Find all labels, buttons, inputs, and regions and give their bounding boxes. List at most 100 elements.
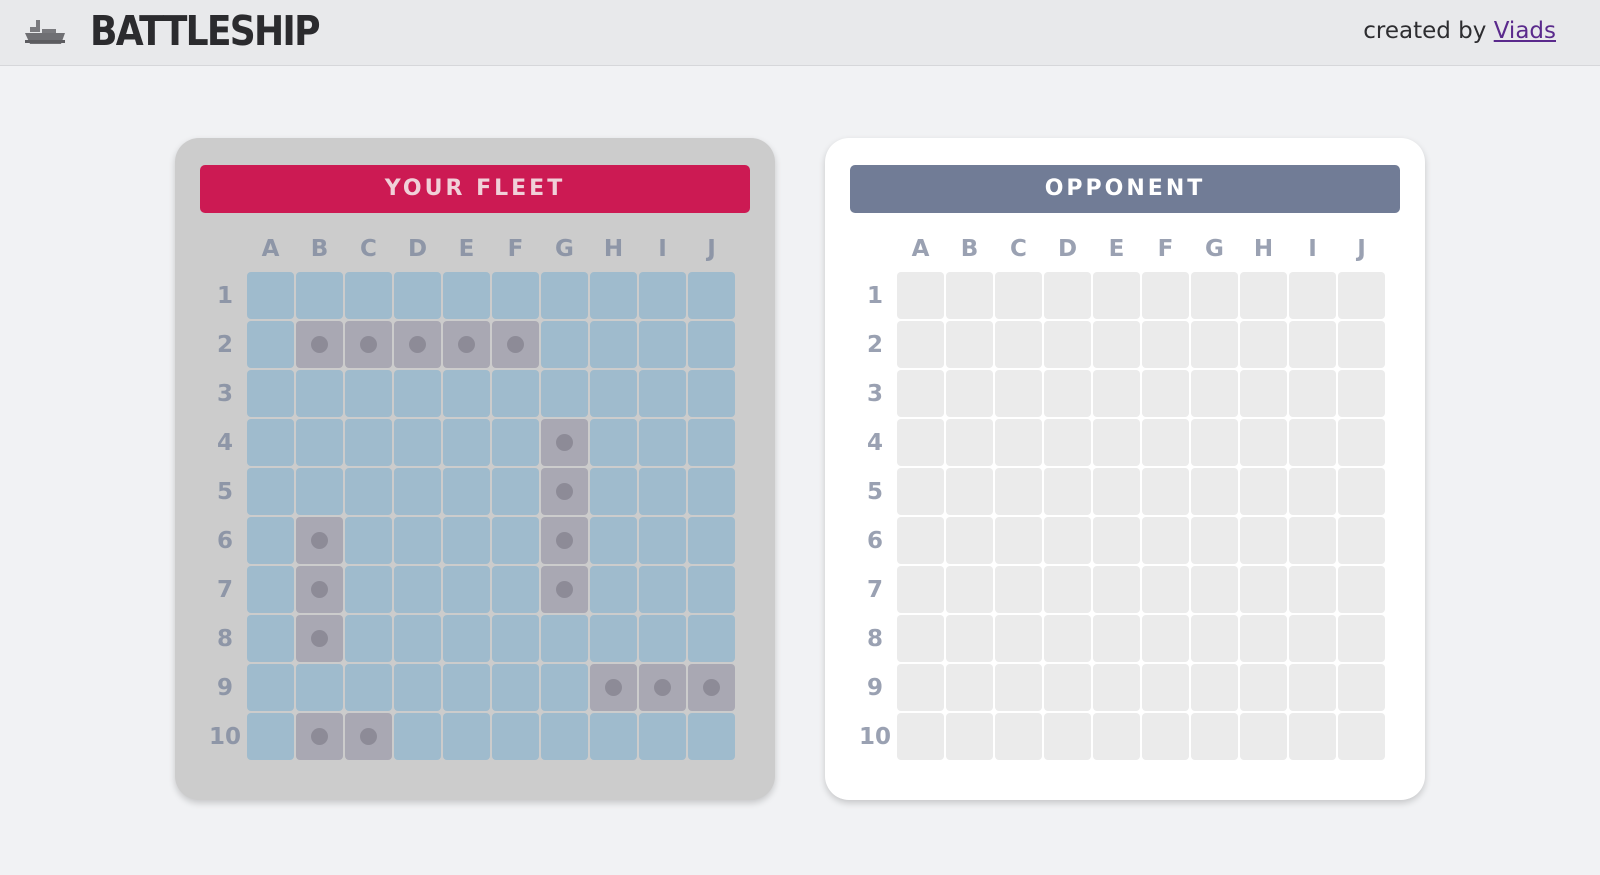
opponent-cell-j2[interactable] (1338, 321, 1385, 368)
opponent-cell-d2[interactable] (1044, 321, 1091, 368)
opponent-cell-b4[interactable] (946, 419, 993, 466)
opponent-cell-a7[interactable] (897, 566, 944, 613)
opponent-cell-d7[interactable] (1044, 566, 1091, 613)
opponent-cell-d10[interactable] (1044, 713, 1091, 760)
opponent-cell-a3[interactable] (897, 370, 944, 417)
opponent-cell-i10[interactable] (1289, 713, 1336, 760)
opponent-cell-i6[interactable] (1289, 517, 1336, 564)
opponent-cell-c7[interactable] (995, 566, 1042, 613)
opponent-cell-b6[interactable] (946, 517, 993, 564)
opponent-cell-h7[interactable] (1240, 566, 1287, 613)
opponent-cell-e5[interactable] (1093, 468, 1140, 515)
opponent-cell-j6[interactable] (1338, 517, 1385, 564)
opponent-cell-h10[interactable] (1240, 713, 1287, 760)
opponent-cell-b2[interactable] (946, 321, 993, 368)
opponent-cell-d5[interactable] (1044, 468, 1091, 515)
opponent-cell-j9[interactable] (1338, 664, 1385, 711)
opponent-cell-i2[interactable] (1289, 321, 1336, 368)
opponent-cell-c1[interactable] (995, 272, 1042, 319)
opponent-cell-j3[interactable] (1338, 370, 1385, 417)
opponent-cell-h4[interactable] (1240, 419, 1287, 466)
opponent-cell-g3[interactable] (1191, 370, 1238, 417)
opponent-cell-c9[interactable] (995, 664, 1042, 711)
opponent-cell-f9[interactable] (1142, 664, 1189, 711)
opponent-cell-h1[interactable] (1240, 272, 1287, 319)
opponent-cell-h6[interactable] (1240, 517, 1287, 564)
credit-link[interactable]: Viads (1494, 18, 1556, 44)
opponent-cell-c4[interactable] (995, 419, 1042, 466)
opponent-cell-f10[interactable] (1142, 713, 1189, 760)
opponent-cell-e7[interactable] (1093, 566, 1140, 613)
opponent-cell-f6[interactable] (1142, 517, 1189, 564)
opponent-cell-e8[interactable] (1093, 615, 1140, 662)
opponent-cell-i9[interactable] (1289, 664, 1336, 711)
opponent-cell-i4[interactable] (1289, 419, 1336, 466)
opponent-cell-a2[interactable] (897, 321, 944, 368)
opponent-cell-d1[interactable] (1044, 272, 1091, 319)
opponent-cell-g1[interactable] (1191, 272, 1238, 319)
opponent-cell-h9[interactable] (1240, 664, 1287, 711)
opponent-cell-f8[interactable] (1142, 615, 1189, 662)
opponent-cell-h3[interactable] (1240, 370, 1287, 417)
opponent-cell-h8[interactable] (1240, 615, 1287, 662)
opponent-cell-i3[interactable] (1289, 370, 1336, 417)
opponent-cell-e2[interactable] (1093, 321, 1140, 368)
opponent-cell-e4[interactable] (1093, 419, 1140, 466)
opponent-cell-d8[interactable] (1044, 615, 1091, 662)
opponent-cell-b8[interactable] (946, 615, 993, 662)
opponent-cell-e6[interactable] (1093, 517, 1140, 564)
opponent-cell-a4[interactable] (897, 419, 944, 466)
opponent-cell-g6[interactable] (1191, 517, 1238, 564)
opponent-cell-a8[interactable] (897, 615, 944, 662)
opponent-cell-i7[interactable] (1289, 566, 1336, 613)
opponent-cell-a1[interactable] (897, 272, 944, 319)
opponent-cell-a6[interactable] (897, 517, 944, 564)
opponent-cell-d3[interactable] (1044, 370, 1091, 417)
opponent-cell-g8[interactable] (1191, 615, 1238, 662)
opponent-cell-f7[interactable] (1142, 566, 1189, 613)
opponent-cell-j5[interactable] (1338, 468, 1385, 515)
opponent-cell-a5[interactable] (897, 468, 944, 515)
opponent-cell-c8[interactable] (995, 615, 1042, 662)
opponent-cell-b10[interactable] (946, 713, 993, 760)
opponent-cell-e1[interactable] (1093, 272, 1140, 319)
opponent-cell-a10[interactable] (897, 713, 944, 760)
opponent-cell-g4[interactable] (1191, 419, 1238, 466)
opponent-cell-c2[interactable] (995, 321, 1042, 368)
opponent-cell-b9[interactable] (946, 664, 993, 711)
opponent-cell-i1[interactable] (1289, 272, 1336, 319)
opponent-cell-d4[interactable] (1044, 419, 1091, 466)
opponent-cell-c6[interactable] (995, 517, 1042, 564)
opponent-cell-g5[interactable] (1191, 468, 1238, 515)
opponent-cell-g2[interactable] (1191, 321, 1238, 368)
opponent-cell-f1[interactable] (1142, 272, 1189, 319)
opponent-cell-b5[interactable] (946, 468, 993, 515)
opponent-cell-d9[interactable] (1044, 664, 1091, 711)
opponent-cell-i8[interactable] (1289, 615, 1336, 662)
opponent-cell-g10[interactable] (1191, 713, 1238, 760)
opponent-cell-c10[interactable] (995, 713, 1042, 760)
opponent-cell-j8[interactable] (1338, 615, 1385, 662)
opponent-cell-e9[interactable] (1093, 664, 1140, 711)
opponent-cell-e10[interactable] (1093, 713, 1140, 760)
opponent-cell-b3[interactable] (946, 370, 993, 417)
opponent-cell-g9[interactable] (1191, 664, 1238, 711)
opponent-cell-f4[interactable] (1142, 419, 1189, 466)
opponent-cell-j1[interactable] (1338, 272, 1385, 319)
opponent-cell-f3[interactable] (1142, 370, 1189, 417)
opponent-cell-e3[interactable] (1093, 370, 1140, 417)
opponent-cell-h5[interactable] (1240, 468, 1287, 515)
opponent-cell-c5[interactable] (995, 468, 1042, 515)
opponent-cell-b1[interactable] (946, 272, 993, 319)
opponent-cell-g7[interactable] (1191, 566, 1238, 613)
opponent-cell-f5[interactable] (1142, 468, 1189, 515)
opponent-cell-c3[interactable] (995, 370, 1042, 417)
opponent-cell-j4[interactable] (1338, 419, 1385, 466)
opponent-cell-b7[interactable] (946, 566, 993, 613)
opponent-cell-f2[interactable] (1142, 321, 1189, 368)
opponent-cell-d6[interactable] (1044, 517, 1091, 564)
opponent-cell-j10[interactable] (1338, 713, 1385, 760)
opponent-cell-a9[interactable] (897, 664, 944, 711)
opponent-cell-h2[interactable] (1240, 321, 1287, 368)
opponent-cell-j7[interactable] (1338, 566, 1385, 613)
